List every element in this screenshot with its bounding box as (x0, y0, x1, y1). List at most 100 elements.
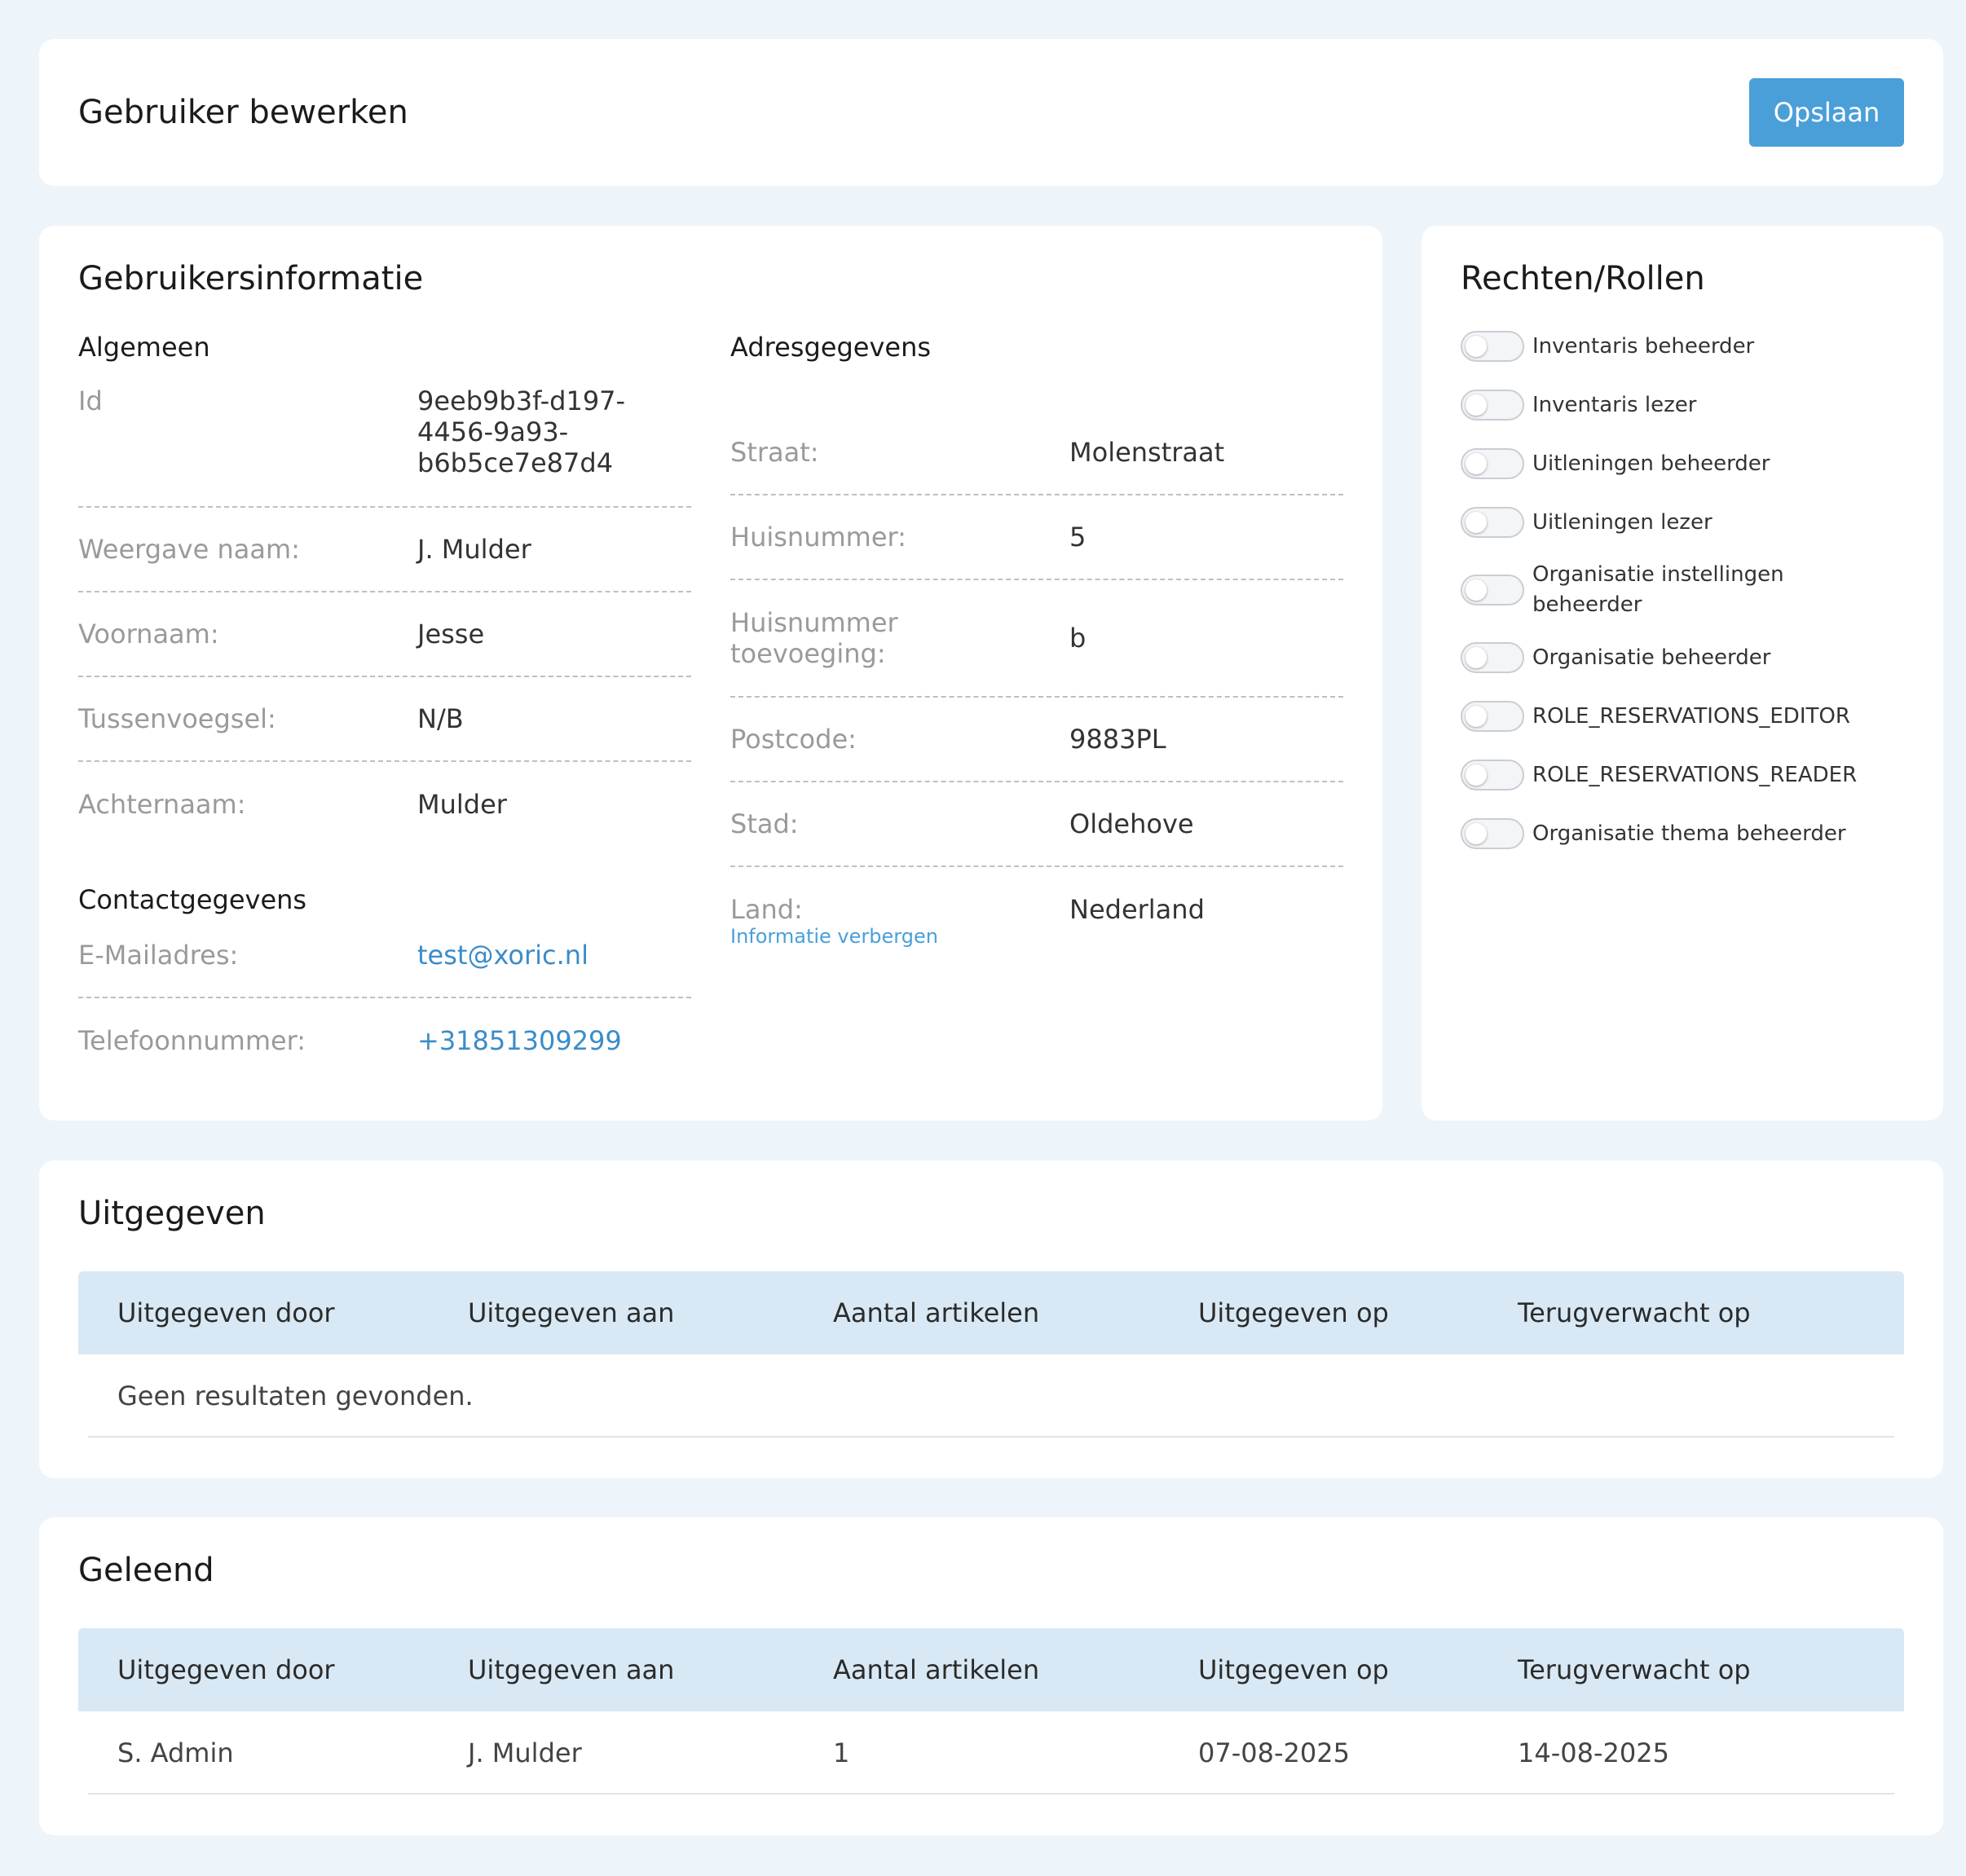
id-label: Id (78, 385, 103, 416)
role-label-line: ROLE_RESERVATIONS_EDITOR (1532, 703, 1850, 729)
role-item[interactable]: ROLE_RESERVATIONS_READER (1461, 746, 1917, 804)
field-street: Straat: Molenstraat (730, 411, 1343, 495)
addition-label-line: toevoeging: (730, 638, 886, 669)
role-label: Organisatie thema beheerder (1532, 819, 1846, 849)
last-name-label: Achternaam: (78, 789, 246, 820)
table-row[interactable]: S. Admin J. Mulder 1 07-08-2025 14-08-20… (88, 1711, 1894, 1795)
address-main-fields: Straat: Molenstraat Huisnummer: 5 Huisnu… (730, 411, 1343, 952)
last-name-value: Mulder (417, 789, 507, 820)
house-number-label: Huisnummer: (730, 522, 906, 553)
id-value-line: b6b5ce7e87d4 (417, 447, 614, 478)
role-item[interactable]: Organisatie beheerder (1461, 628, 1917, 687)
role-item[interactable]: ROLE_RESERVATIONS_EDITOR (1461, 687, 1917, 746)
column-header[interactable]: Uitgegeven aan (468, 1271, 674, 1354)
role-label-line: Inventaris beheerder (1532, 333, 1755, 359)
role-label-line: Inventaris lezer (1532, 392, 1697, 417)
column-header[interactable]: Terugverwacht op (1518, 1628, 1751, 1711)
first-name-label: Voornaam: (78, 619, 219, 650)
phone-link[interactable]: +31851309299 (417, 1025, 691, 1056)
country-label: Land: (730, 894, 803, 925)
column-header[interactable]: Aantal artikelen (833, 1271, 1039, 1354)
roles-card: Rechten/Rollen Inventaris beheerder Inven… (1422, 226, 1943, 1121)
hide-info-link[interactable]: Informatie verbergen (730, 925, 938, 948)
general-fields: Id 9eeb9b3f-d197- 4456-9a93- b6b5ce7e87d… (78, 385, 691, 847)
role-toggle[interactable] (1461, 642, 1524, 673)
issued-title: Uitgegeven (78, 1195, 266, 1232)
role-label-line: Organisatie thema beheerder (1532, 821, 1846, 846)
role-label: Inventaris lezer (1532, 390, 1696, 421)
field-first-name: Voornaam: Jesse (78, 592, 691, 677)
country-value: Nederland (1069, 894, 1205, 925)
borrowed-table-header: Uitgegeven door Uitgegeven aan Aantal ar… (78, 1628, 1904, 1711)
field-phone: Telefoonnummer: +31851309299 (78, 998, 691, 1083)
role-toggle[interactable] (1461, 507, 1524, 538)
contact-section-title: Contactgegevens (78, 884, 307, 915)
role-item[interactable]: Organisatie thema beheerder (1461, 804, 1917, 863)
field-house-number-addition: Huisnummer toevoeging: b (730, 580, 1343, 698)
role-label-line: Organisatie beheerder (1532, 645, 1771, 670)
general-section-title: Algemeen (78, 332, 210, 363)
role-item[interactable]: Inventaris lezer (1461, 376, 1917, 434)
postal-code-label: Postcode: (730, 724, 857, 755)
role-item[interactable]: Uitleningen lezer (1461, 493, 1917, 552)
display-name-value: J. Mulder (417, 534, 531, 565)
role-label: Uitleningen beheerder (1532, 449, 1770, 479)
role-item[interactable]: Organisatie instellingen beheerder (1461, 552, 1917, 628)
role-label-line: Uitleningen lezer (1532, 509, 1713, 535)
role-label-line: Uitleningen beheerder (1532, 451, 1770, 476)
roles-list: Inventaris beheerder Inventaris lezer Uitl… (1461, 317, 1917, 863)
email-label: E-Mailadres: (78, 940, 239, 971)
id-value-line: 4456-9a93- (417, 416, 569, 447)
role-label-line: ROLE_RESERVATIONS_READER (1532, 762, 1858, 787)
cell-issued-on: 07-08-2025 (1198, 1737, 1350, 1768)
column-header[interactable]: Uitgegeven door (117, 1628, 335, 1711)
city-value: Oldehove (1069, 808, 1194, 839)
city-label: Stad: (730, 808, 799, 839)
role-toggle[interactable] (1461, 701, 1524, 732)
borrowed-title: Geleend (78, 1552, 214, 1589)
role-item[interactable]: Uitleningen beheerder (1461, 434, 1917, 493)
column-header[interactable]: Uitgegeven op (1198, 1271, 1389, 1354)
role-item[interactable]: Inventaris beheerder (1461, 317, 1917, 376)
role-toggle[interactable] (1461, 760, 1524, 790)
role-toggle[interactable] (1461, 390, 1524, 421)
cell-issued-by: S. Admin (117, 1737, 234, 1768)
role-label-line: Organisatie instellingen (1532, 562, 1784, 587)
column-header[interactable]: Uitgegeven aan (468, 1628, 674, 1711)
role-label: ROLE_RESERVATIONS_READER (1532, 760, 1857, 790)
role-label-line: beheerder (1532, 592, 1642, 617)
save-button[interactable]: Opslaan (1749, 78, 1904, 147)
empty-row: Geen resultaten gevonden. (88, 1354, 1894, 1438)
user-info-title: Gebruikersinformatie (78, 260, 424, 297)
role-toggle[interactable] (1461, 575, 1524, 606)
column-header[interactable]: Aantal artikelen (833, 1628, 1039, 1711)
addition-label-line: Huisnummer (730, 607, 898, 638)
column-header[interactable]: Uitgegeven op (1198, 1628, 1389, 1711)
addition-value: b (1069, 623, 1087, 654)
cell-expected-on: 14-08-2025 (1518, 1737, 1669, 1768)
user-info-card: Gebruikersinformatie Algemeen Id 9eeb9b3… (39, 226, 1382, 1121)
address-section-title: Adresgegevens (730, 332, 932, 363)
issued-card: Uitgegeven Uitgegeven door Uitgegeven aa… (39, 1160, 1943, 1478)
header-card: Gebruiker bewerken Opslaan (39, 39, 1943, 186)
role-label: Inventaris beheerder (1532, 332, 1754, 362)
street-value: Molenstraat (1069, 437, 1225, 468)
borrowed-card: Geleend Uitgegeven door Uitgegeven aan A… (39, 1517, 1943, 1835)
email-link[interactable]: test@xoric.nl (417, 940, 691, 971)
empty-message: Geen resultaten gevonden. (117, 1381, 474, 1411)
roles-title: Rechten/Rollen (1461, 260, 1705, 297)
field-house-number: Huisnummer: 5 (730, 495, 1343, 580)
field-infix: Tussenvoegsel: N/B (78, 677, 691, 762)
role-toggle[interactable] (1461, 448, 1524, 479)
role-toggle[interactable] (1461, 818, 1524, 849)
column-header[interactable]: Uitgegeven door (117, 1271, 335, 1354)
role-toggle[interactable] (1461, 331, 1524, 362)
issued-table-header: Uitgegeven door Uitgegeven aan Aantal ar… (78, 1271, 1904, 1354)
id-value: 9eeb9b3f-d197- 4456-9a93- b6b5ce7e87d4 (417, 385, 691, 478)
contact-fields: E-Mailadres: test@xoric.nl Telefoonnumme… (78, 914, 691, 1083)
role-label: Uitleningen lezer (1532, 508, 1713, 538)
street-label: Straat: (730, 437, 819, 468)
role-label: Organisatie instellingen beheerder (1532, 560, 1784, 620)
role-label: ROLE_RESERVATIONS_EDITOR (1532, 702, 1850, 732)
column-header[interactable]: Terugverwacht op (1518, 1271, 1751, 1354)
